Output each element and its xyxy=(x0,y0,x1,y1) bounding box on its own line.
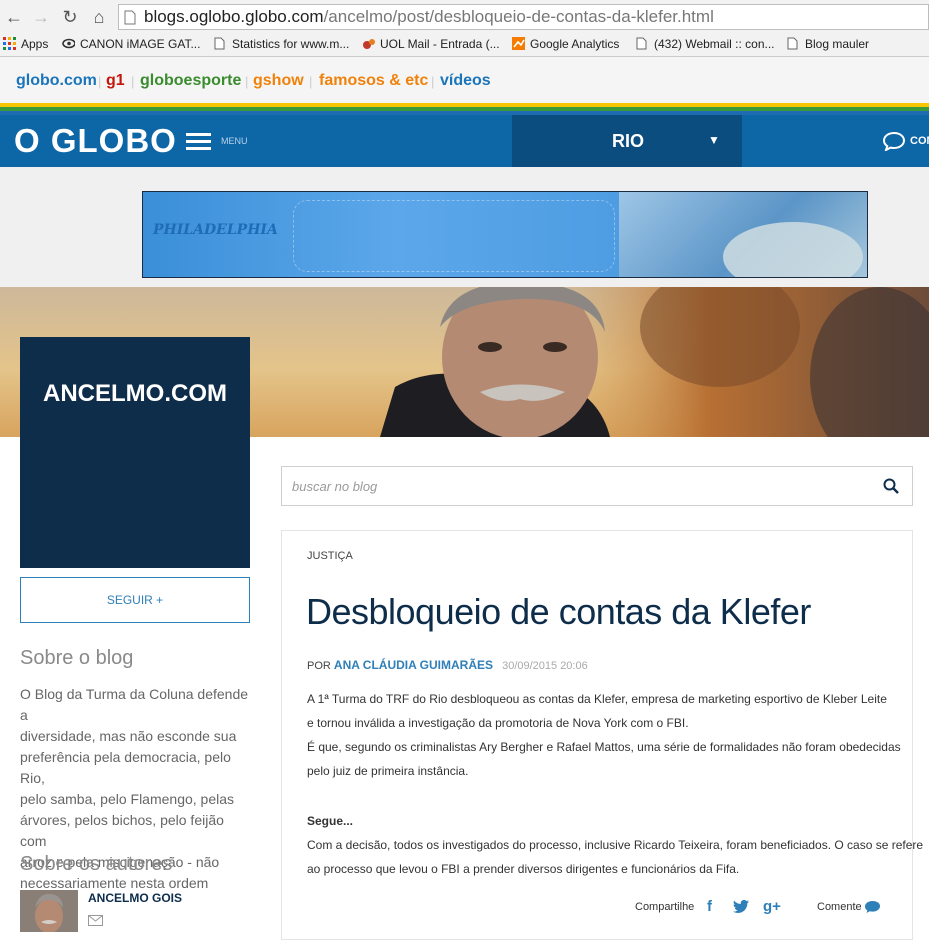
bookmark-label: Statistics for www.m... xyxy=(232,37,350,51)
link-famosos[interactable]: famosos & etc xyxy=(319,72,428,90)
google-plus-icon[interactable]: g+ xyxy=(763,898,781,915)
apps-grid-icon xyxy=(3,37,16,50)
about-line: preferência pela democracia, pelo Rio, xyxy=(20,749,231,786)
menu-hamburger-icon[interactable] xyxy=(186,133,211,151)
article-paragraph-line: É que, segundo os criminalistas Ary Berg… xyxy=(307,740,901,754)
link-gshow[interactable]: gshow xyxy=(253,72,304,90)
bookmark-label: Blog mauler xyxy=(805,37,870,51)
bookmark-uol[interactable]: UOL Mail - Entrada (... xyxy=(362,37,500,51)
comment-label[interactable]: COM xyxy=(910,135,929,147)
comment-bubble-icon[interactable] xyxy=(864,900,881,914)
article-paragraph-line: A 1ª Turma do TRF do Rio desbloqueou as … xyxy=(307,692,887,706)
back-arrow-icon[interactable]: ← xyxy=(4,6,24,28)
bookmark-analytics[interactable]: Google Analytics xyxy=(512,37,619,51)
follow-button[interactable]: SEGUIR + xyxy=(20,577,250,623)
bookmark-blog-mauler[interactable]: Blog mauler xyxy=(787,37,869,51)
article-author[interactable]: ANA CLÁUDIA GUIMARÃES xyxy=(334,658,493,672)
share-label: Compartilhe xyxy=(635,901,695,913)
mail-icon[interactable] xyxy=(88,915,103,926)
separator: | xyxy=(309,74,313,89)
uol-icon xyxy=(363,39,375,49)
bookmark-webmail[interactable]: (432) Webmail :: con... xyxy=(636,37,775,51)
url-text: blogs.oglobo.globo.com/ancelmo/post/desb… xyxy=(144,7,714,26)
caret-down-icon: ▼ xyxy=(708,133,720,147)
page-icon xyxy=(787,37,798,50)
author-avatar[interactable] xyxy=(20,890,78,932)
bookmark-label: UOL Mail - Entrada (... xyxy=(380,37,500,51)
article-paragraph-line: Com a decisão, todos os investigados do … xyxy=(307,838,924,852)
link-g1[interactable]: g1 xyxy=(106,72,125,90)
separator: | xyxy=(131,74,135,89)
article-paragraph-line: ao processo que levou o FBI a prender di… xyxy=(307,862,740,876)
bookmark-label: (432) Webmail :: con... xyxy=(654,37,775,51)
article-paragraph-line: e tornou inválida a investigação da prom… xyxy=(307,716,689,730)
analytics-icon xyxy=(512,37,525,50)
separator: | xyxy=(98,74,102,89)
article-date: 30/09/2015 20:06 xyxy=(502,660,588,672)
bookmark-label: Apps xyxy=(21,37,49,51)
forward-arrow-icon[interactable]: → xyxy=(31,6,51,28)
bookmark-label: Google Analytics xyxy=(530,37,620,51)
bookmark-apps[interactable]: Apps xyxy=(3,37,48,51)
article-title: Desbloqueio de contas da Klefer xyxy=(306,591,811,632)
article-byline: POR ANA CLÁUDIA GUIMARÃES 30/09/2015 20:… xyxy=(307,658,588,672)
about-line: pelo samba, pelo Flamengo, pelas xyxy=(20,791,235,807)
author-photo xyxy=(20,890,78,932)
authors-heading: Sobre os autores xyxy=(20,853,173,875)
about-line: diversidade, mas não esconde sua xyxy=(20,728,237,744)
ad-brand-logo: PHILADELPHIA xyxy=(153,222,278,238)
search-icon[interactable] xyxy=(883,478,899,494)
article-category[interactable]: JUSTIÇA xyxy=(307,550,353,562)
about-line: árvores, pelos bichos, pelo feijão com xyxy=(20,812,224,849)
separator: | xyxy=(431,74,435,89)
twitter-icon[interactable] xyxy=(733,900,749,913)
blog-title[interactable]: ANCELMO.COM xyxy=(20,380,250,408)
bookmark-label: CANON iMAGE GAT... xyxy=(80,37,201,51)
home-icon[interactable]: ⌂ xyxy=(89,6,109,28)
bookmark-canon[interactable]: CANON iMAGE GAT... xyxy=(62,37,200,51)
comment-bubble-icon[interactable] xyxy=(882,131,906,151)
page-icon xyxy=(214,37,225,50)
article-subhead: Segue... xyxy=(307,814,354,828)
facebook-icon[interactable]: f xyxy=(707,898,712,915)
page-icon xyxy=(636,37,647,50)
reload-icon[interactable]: ↻ xyxy=(60,6,80,28)
author-name[interactable]: ANCELMO GOIS xyxy=(88,891,182,905)
canon-icon xyxy=(62,38,75,49)
section-label: RIO xyxy=(612,131,645,151)
brand-stripes xyxy=(0,103,929,115)
blog-brand-box xyxy=(20,337,250,568)
page-icon xyxy=(124,10,136,25)
about-heading: Sobre o blog xyxy=(20,647,134,669)
article-paragraph-line: pelo juiz de primeira instância. xyxy=(307,764,469,778)
link-globo-com[interactable]: globo.com xyxy=(16,72,97,90)
link-globoesporte[interactable]: globoesporte xyxy=(140,72,241,90)
about-line: O Blog da Turma da Coluna defende a xyxy=(20,686,249,723)
search-placeholder: buscar no blog xyxy=(292,479,378,494)
bookmark-statistics[interactable]: Statistics for www.m... xyxy=(214,37,349,51)
menu-label[interactable]: MENU xyxy=(221,136,248,146)
comment-link[interactable]: Comente xyxy=(817,901,862,913)
separator: | xyxy=(245,74,249,89)
site-logo[interactable]: O GLOBO xyxy=(14,122,177,160)
link-videos[interactable]: vídeos xyxy=(440,72,491,90)
byline-prefix: POR xyxy=(307,660,331,672)
